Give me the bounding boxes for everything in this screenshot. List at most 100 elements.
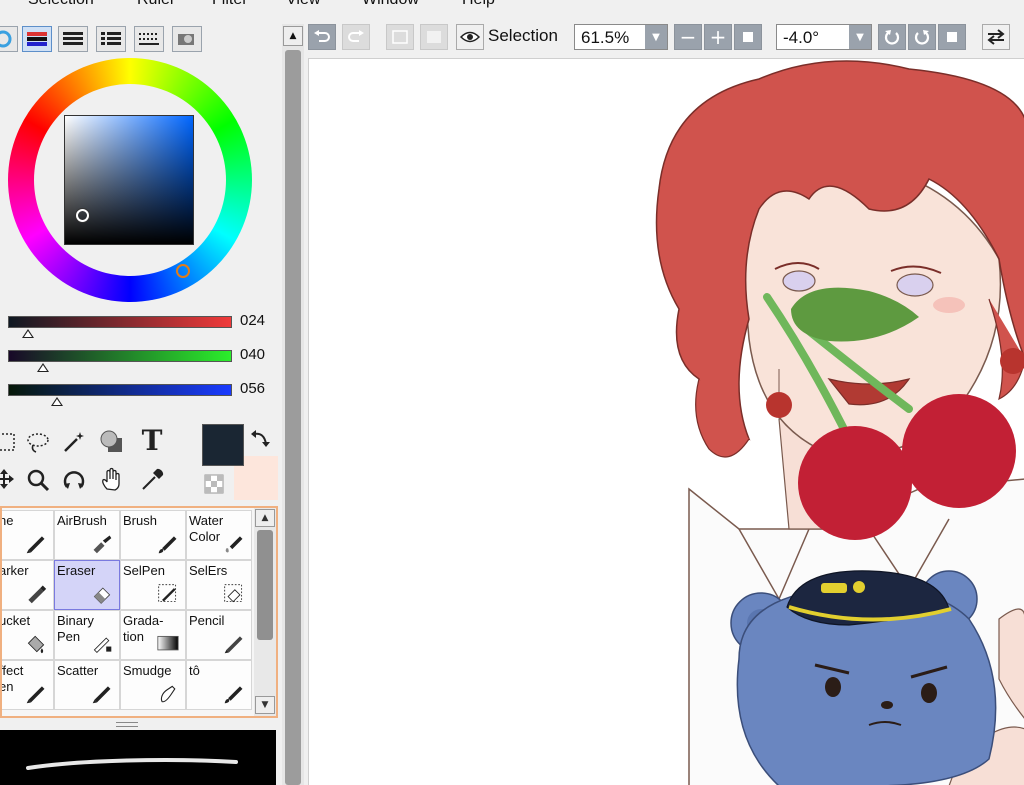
brush-tool-7[interactable]: SelPen <box>120 560 186 610</box>
undo-button[interactable] <box>308 24 336 50</box>
green-slider-track[interactable] <box>8 350 232 362</box>
scroll-up-arrow[interactable]: ▲ <box>255 509 275 527</box>
canvas-vertical-scrollbar[interactable]: ▲ <box>282 24 304 785</box>
menu-window[interactable]: Window <box>362 0 419 9</box>
rotation-combo[interactable]: -4.0° ▼ <box>776 24 872 50</box>
zoom-combo[interactable]: 61.5% ▼ <box>574 24 668 50</box>
rgb-bars-icon <box>27 32 47 46</box>
brush-tool-16[interactable]: tô <box>186 660 252 710</box>
selection-visibility-toggle[interactable] <box>456 24 484 50</box>
menu-ruler[interactable]: Ruler <box>137 0 175 9</box>
red-value: 024 <box>240 312 266 329</box>
deselect-button[interactable] <box>386 24 414 50</box>
palette-mode-button[interactable] <box>96 26 126 52</box>
brush-tool-4[interactable]: Water Color <box>186 510 252 560</box>
minus-icon: − <box>679 25 697 49</box>
menu-selection[interactable]: Selection <box>28 0 94 9</box>
brush-tool-2[interactable]: AirBrush <box>54 510 120 560</box>
brush-tool-label: AirBrush <box>57 513 107 528</box>
blue-slider[interactable]: 056 <box>6 380 276 412</box>
rotate-cw-button[interactable] <box>908 24 936 50</box>
rotation-value: -4.0° <box>783 28 820 47</box>
rotate-cw-icon <box>914 30 930 45</box>
brush-tool-13[interactable]: ffect en <box>2 660 54 710</box>
magic-wand-tool[interactable] <box>58 426 90 458</box>
menu-view[interactable]: View <box>286 0 320 9</box>
sv-picker-cursor[interactable] <box>76 209 89 222</box>
artwork-illustration <box>655 60 1024 785</box>
brush-tool-6[interactable]: Eraser <box>54 560 120 610</box>
scratchpad-mode-button[interactable] <box>172 26 202 52</box>
scroll-down-arrow[interactable]: ▼ <box>255 696 275 714</box>
redo-button[interactable] <box>342 24 370 50</box>
foreground-color-swatch[interactable] <box>202 424 244 466</box>
vertical-scroll-thumb[interactable] <box>285 50 301 785</box>
brush-tool-3[interactable]: Brush <box>120 510 186 560</box>
lasso-tool[interactable] <box>22 426 54 458</box>
rgb-slider-mode-button[interactable] <box>22 26 52 52</box>
saturation-value-square[interactable] <box>64 115 194 245</box>
hand-tool[interactable] <box>96 464 128 496</box>
cherry-right <box>902 394 1016 508</box>
color-wheel-icon <box>0 30 12 48</box>
text-tool[interactable]: T <box>136 424 168 457</box>
select-pen-tool[interactable] <box>96 426 128 458</box>
brush-tool-label: Pencil <box>189 613 225 628</box>
brush-tool-label: SelErs <box>189 563 228 578</box>
brush-tool-8[interactable]: SelErs <box>186 560 252 610</box>
invert-selection-button[interactable] <box>420 24 448 50</box>
brush-tool-11[interactable]: Grada- tion <box>120 610 186 660</box>
menu-help[interactable]: Help <box>462 0 495 9</box>
rect-select-icon <box>0 433 15 451</box>
hsv-slider-mode-button[interactable] <box>58 26 88 52</box>
selpen-icon <box>158 584 177 603</box>
cherry-left <box>798 426 912 540</box>
red-slider-thumb[interactable] <box>22 329 35 338</box>
green-slider-thumb[interactable] <box>37 363 50 372</box>
brush-tool-1[interactable]: ne <box>2 510 54 560</box>
zoom-tool[interactable] <box>22 464 54 496</box>
smudge-icon <box>160 685 176 703</box>
brush-tool-9[interactable]: ucket <box>2 610 54 660</box>
brush-tool-5[interactable]: arker <box>2 560 54 610</box>
rect-select-tool[interactable] <box>0 426 22 458</box>
zoom-in-button[interactable]: + <box>704 24 732 50</box>
drawing-canvas[interactable] <box>308 58 1024 785</box>
blue-slider-thumb[interactable] <box>51 397 64 406</box>
rotation-reset-button[interactable] <box>938 24 966 50</box>
panel-splitter-grip[interactable] <box>116 722 138 727</box>
brush-tool-15[interactable]: Smudge <box>120 660 186 710</box>
color-wheel-mode-button[interactable] <box>0 26 18 52</box>
rotate-tool[interactable] <box>58 464 90 496</box>
eyedropper-tool[interactable] <box>136 464 168 496</box>
brush-scroll-thumb[interactable] <box>257 530 273 640</box>
flip-horizontal-button[interactable] <box>982 24 1010 50</box>
brush-tool-10[interactable]: Binary Pen <box>54 610 120 660</box>
swatch-mode-button[interactable] <box>134 26 164 52</box>
blue-slider-track[interactable] <box>8 384 232 396</box>
red-slider[interactable]: 024 <box>6 312 276 344</box>
chevron-down-icon[interactable]: ▼ <box>849 25 871 49</box>
rotate-ccw-button[interactable] <box>878 24 906 50</box>
zoom-reset-button[interactable] <box>734 24 762 50</box>
green-slider[interactable]: 040 <box>6 346 276 378</box>
menu-filter[interactable]: Filter <box>212 0 248 9</box>
swap-colors-button[interactable] <box>248 426 274 452</box>
red-slider-track[interactable] <box>8 316 232 328</box>
brush-panel-scrollbar[interactable]: ▲ ▼ <box>254 508 276 716</box>
canvas-area[interactable] <box>304 58 1024 785</box>
hue-picker-cursor[interactable] <box>176 264 190 278</box>
stroke-preview-line <box>26 758 238 770</box>
brush-tool-12[interactable]: Pencil <box>186 610 252 660</box>
chevron-down-icon[interactable]: ▼ <box>645 25 667 49</box>
zoom-out-button[interactable]: − <box>674 24 702 50</box>
scroll-up-arrow[interactable]: ▲ <box>283 26 303 46</box>
eye-icon <box>460 31 480 43</box>
transparent-color-button[interactable] <box>202 472 226 496</box>
shapes-icon <box>100 430 122 452</box>
brush-tool-14[interactable]: Scatter <box>54 660 120 710</box>
move-tool[interactable] <box>0 464 20 496</box>
gradation-icon <box>157 635 179 651</box>
color-wheel[interactable] <box>8 58 252 302</box>
blue-value: 056 <box>240 380 266 397</box>
